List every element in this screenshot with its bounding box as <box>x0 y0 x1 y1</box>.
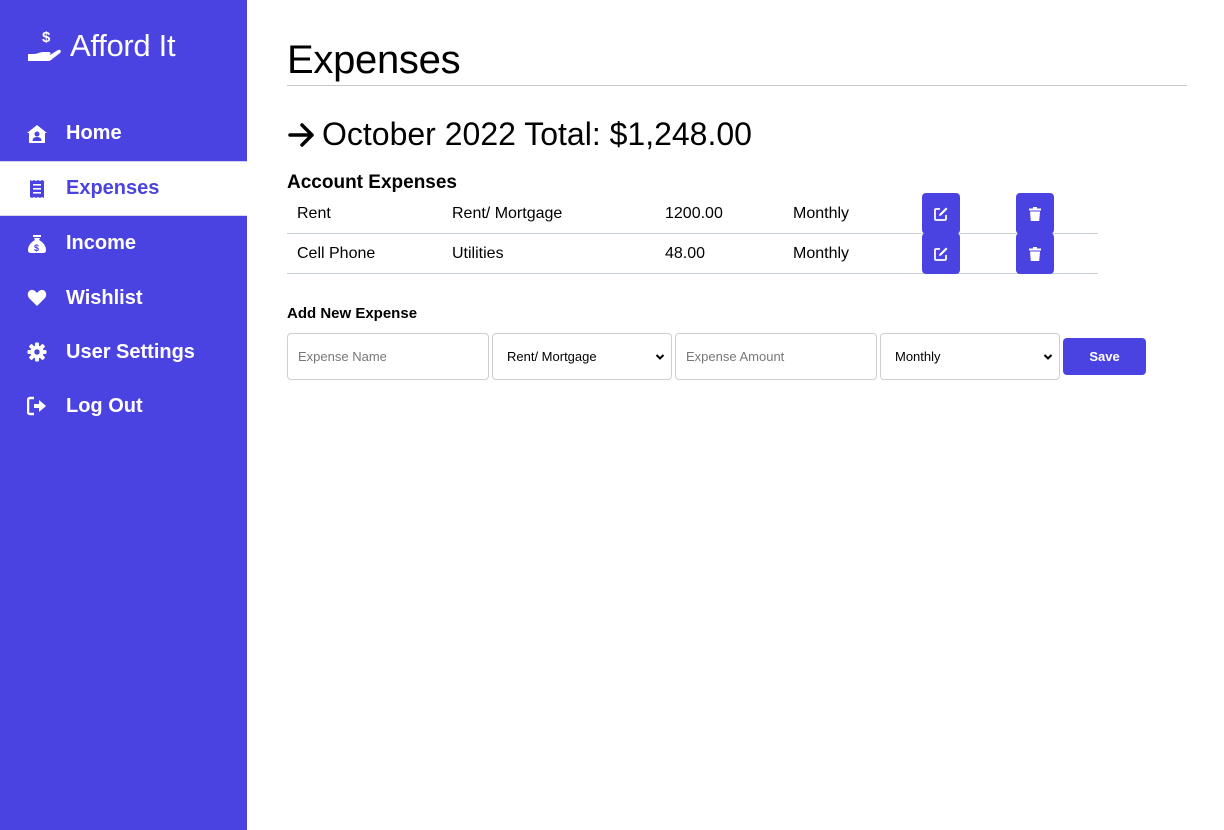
monthly-total: October 2022 Total: $1,248.00 <box>287 116 752 153</box>
sidebar-nav: Home Expenses $ Income Wishlist User Set… <box>0 106 247 433</box>
monthly-total-text: October 2022 Total: $1,248.00 <box>322 116 752 152</box>
sidebar-item-label: Wishlist <box>66 286 143 309</box>
table-row: Rent Rent/ Mortgage 1200.00 Monthly <box>287 193 1098 234</box>
expense-category: Utilities <box>452 245 504 262</box>
sidebar: $ Afford It Home Expenses $ Income Wishl… <box>0 0 247 830</box>
edit-icon <box>934 207 948 221</box>
sidebar-item-home[interactable]: Home <box>0 106 247 161</box>
svg-text:$: $ <box>34 243 39 253</box>
expense-category: Rent/ Mortgage <box>452 205 563 222</box>
sidebar-item-log-out[interactable]: Log Out <box>0 379 247 433</box>
gear-icon <box>26 341 48 363</box>
sidebar-item-user-settings[interactable]: User Settings <box>0 325 247 379</box>
brand-logo[interactable]: $ Afford It <box>26 28 176 64</box>
arrow-right-icon <box>288 122 314 147</box>
hand-holding-dollar-icon: $ <box>28 29 61 61</box>
edit-button[interactable] <box>922 193 960 234</box>
sidebar-item-label: User Settings <box>66 340 195 363</box>
add-expense-title: Add New Expense <box>287 305 418 322</box>
heart-icon <box>26 287 48 309</box>
sidebar-item-label: Log Out <box>66 394 143 417</box>
svg-text:$: $ <box>42 29 51 46</box>
category-selected-value: Rent/ Mortgage <box>507 349 597 364</box>
category-select[interactable]: Rent/ Mortgage <box>492 333 672 380</box>
edit-button[interactable] <box>922 233 960 274</box>
receipt-icon <box>26 178 48 200</box>
expense-frequency: Monthly <box>793 205 850 222</box>
money-bag-icon: $ <box>26 233 48 255</box>
delete-button[interactable] <box>1016 193 1054 234</box>
expense-name: Rent <box>297 205 331 222</box>
sidebar-item-label: Home <box>66 122 122 144</box>
expense-name-input[interactable] <box>287 333 489 380</box>
sidebar-item-label: Income <box>66 232 137 254</box>
expense-amount: 48.00 <box>665 245 706 262</box>
chevron-down-icon <box>1043 353 1053 360</box>
frequency-selected-value: Monthly <box>895 349 941 364</box>
table-row: Cell Phone Utilities 48.00 Monthly <box>287 233 1098 274</box>
trash-icon <box>1029 206 1041 221</box>
expense-table: Rent Rent/ Mortgage 1200.00 Monthly Cell… <box>287 193 1098 274</box>
trash-icon <box>1029 246 1041 261</box>
section-title: Account Expenses <box>287 172 457 193</box>
title-divider <box>287 85 1187 86</box>
page-title: Expenses <box>287 38 461 82</box>
sidebar-item-wishlist[interactable]: Wishlist <box>0 271 247 325</box>
expense-name: Cell Phone <box>297 245 376 262</box>
frequency-select[interactable]: Monthly <box>880 333 1060 380</box>
expense-amount: 1200.00 <box>665 205 723 222</box>
add-expense-form: Rent/ Mortgage Monthly Save <box>287 333 1146 380</box>
app-title: Afford It <box>70 28 176 63</box>
sign-out-icon <box>26 395 48 417</box>
sidebar-item-income[interactable]: $ Income <box>0 216 247 271</box>
chevron-down-icon <box>655 353 665 360</box>
edit-icon <box>934 247 948 261</box>
save-button[interactable]: Save <box>1063 338 1146 375</box>
expense-amount-input[interactable] <box>675 333 877 380</box>
sidebar-item-expenses[interactable]: Expenses <box>0 161 247 216</box>
delete-button[interactable] <box>1016 233 1054 274</box>
sidebar-item-label: Expenses <box>66 177 160 199</box>
expense-frequency: Monthly <box>793 245 850 262</box>
house-user-icon <box>26 123 48 145</box>
